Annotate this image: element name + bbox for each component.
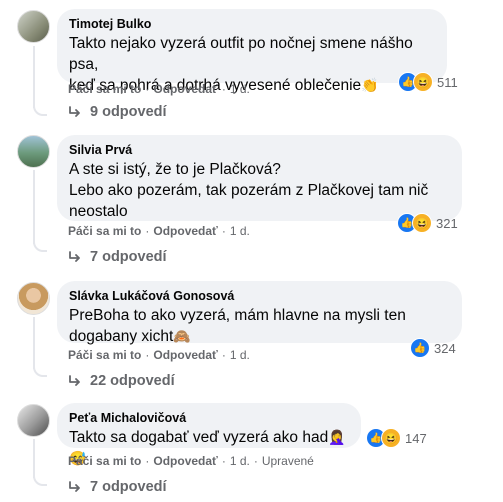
separator: · [221, 454, 226, 468]
comment-author[interactable]: Silvia Prvá [69, 142, 450, 158]
reply-arrow-icon [69, 251, 80, 262]
thread-curve [33, 234, 47, 252]
view-replies-link[interactable]: 22 odpovedí [68, 373, 175, 389]
comment-line: A ste si istý, že to je Plačková? [69, 161, 281, 178]
comment-time[interactable]: 1 d. [230, 224, 250, 238]
thread-curve [33, 468, 47, 486]
reaction-count: 321 [436, 215, 458, 231]
thread-line [33, 170, 35, 244]
comment-bubble: Slávka Lukáčová Gonosová PreBoha to ako … [57, 281, 462, 345]
clap-emoji: 👏 [361, 77, 379, 93]
like-button[interactable]: Páči sa mi to [68, 224, 141, 238]
comment-line: Takto nejako vyzerá outfit po nočnej sme… [69, 35, 413, 73]
view-replies-link[interactable]: 9 odpovedí [68, 104, 167, 120]
separator: · [221, 348, 226, 362]
view-replies-link[interactable]: 7 odpovedí [68, 479, 167, 495]
reaction-summary[interactable]: 👍 😆 321 [397, 213, 458, 233]
comment-line-text: dogabany xicht [69, 328, 174, 345]
comment-line: PreBoha to ako vyzerá, mám hlavne na mys… [69, 307, 406, 324]
haha-reaction-icon: 😆 [412, 213, 432, 233]
separator: · [221, 224, 226, 238]
comment-line: dogabany xicht🙈 [69, 326, 450, 347]
like-button[interactable]: Páči sa mi to [68, 454, 141, 468]
separator: · [145, 348, 150, 362]
separator: · [145, 82, 150, 96]
monkey-emoji: 🙈 [173, 328, 191, 344]
avatar[interactable] [17, 135, 50, 168]
avatar[interactable] [17, 282, 50, 315]
reaction-summary[interactable]: 👍 😆 511 [398, 72, 458, 92]
replies-count[interactable]: 9 odpovedí [90, 104, 167, 120]
comment-actions: Páči sa mi to · Odpovedať · 1 d. [68, 348, 250, 362]
reply-button[interactable]: Odpovedať [153, 82, 217, 96]
separator: · [145, 454, 150, 468]
reaction-count: 324 [434, 340, 456, 356]
like-button[interactable]: Páči sa mi to [68, 348, 141, 362]
replies-count[interactable]: 7 odpovedí [90, 249, 167, 265]
reply-button[interactable]: Odpovedať [153, 224, 217, 238]
thread-curve [33, 359, 47, 377]
separator: · [145, 224, 150, 238]
comment-author[interactable]: Slávka Lukáčová Gonosová [69, 288, 450, 304]
comment-actions: Páči sa mi to · Odpovedať · 1 d. · Uprav… [68, 454, 314, 468]
reply-arrow-icon [69, 106, 80, 117]
comment-line-text: Takto sa dogabať veď vyzerá ako had [69, 429, 329, 446]
edited-label[interactable]: Upravené [262, 454, 314, 468]
comment-text: A ste si istý, že to je Plačková? Lebo a… [69, 159, 450, 222]
separator: · [221, 82, 226, 96]
avatar[interactable] [17, 10, 50, 43]
comment-bubble: Peťa Michalovičová Takto sa dogabať veď … [57, 403, 361, 466]
comment-actions: Páči sa mi to · Odpovedať · 1 d. [68, 224, 250, 238]
comment-time[interactable]: 1 d. [230, 82, 250, 96]
reaction-count: 511 [437, 74, 458, 90]
comment-author[interactable]: Peťa Michalovičová [69, 410, 349, 426]
comment-actions: Páči sa mi to · Odpovedať · 1 d. [68, 82, 250, 96]
comment-time[interactable]: 1 d. [230, 454, 250, 468]
comment-bubble: Silvia Prvá A ste si istý, že to je Plač… [57, 135, 462, 221]
like-button[interactable]: Páči sa mi to [68, 82, 141, 96]
comment-author[interactable]: Timotej Bulko [69, 16, 435, 32]
separator: · [253, 454, 258, 468]
reply-button[interactable]: Odpovedať [153, 348, 217, 362]
comment-line: neostalo [69, 203, 128, 220]
reply-button[interactable]: Odpovedať [153, 454, 217, 468]
reply-arrow-icon [69, 375, 80, 386]
replies-count[interactable]: 7 odpovedí [90, 479, 167, 495]
haha-reaction-icon: 😆 [381, 428, 401, 448]
haha-reaction-icon: 😆 [413, 72, 433, 92]
reaction-summary[interactable]: 👍 😆 147 [366, 428, 427, 448]
avatar[interactable] [17, 404, 50, 437]
reaction-summary[interactable]: 👍 324 [410, 338, 456, 358]
like-reaction-icon: 👍 [410, 338, 430, 358]
thread-curve [33, 98, 47, 116]
comment-text: PreBoha to ako vyzerá, mám hlavne na mys… [69, 305, 450, 347]
replies-count[interactable]: 22 odpovedí [90, 373, 175, 389]
comment-line: Lebo ako pozerám, tak pozerám z Plačkove… [69, 182, 429, 199]
comment-bubble: Timotej Bulko Takto nejako vyzerá outfit… [57, 9, 447, 94]
comment-time[interactable]: 1 d. [230, 348, 250, 362]
reply-arrow-icon [69, 481, 80, 492]
view-replies-link[interactable]: 7 odpovedí [68, 249, 167, 265]
reaction-count: 147 [405, 430, 427, 446]
